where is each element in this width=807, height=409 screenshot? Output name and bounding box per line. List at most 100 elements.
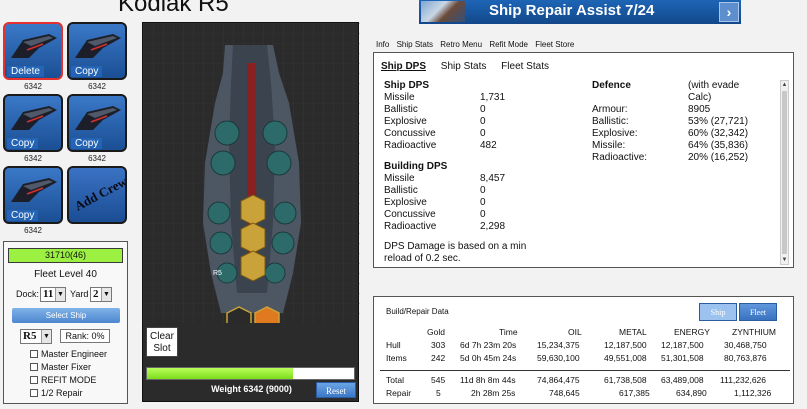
column-header: METAL bbox=[619, 327, 647, 337]
menu-item-retro-menu[interactable]: Retro Menu bbox=[440, 40, 482, 49]
ship-thumbnail-icon bbox=[11, 106, 57, 130]
chevron-right-icon[interactable]: › bbox=[719, 2, 739, 22]
dock-value: 11 bbox=[43, 288, 54, 300]
menu-item-fleet-store[interactable]: Fleet Store bbox=[535, 40, 574, 49]
table-cell: 51,301,508 bbox=[661, 353, 704, 363]
master-fixer-checkbox[interactable]: Master Fixer bbox=[30, 362, 91, 372]
ship-thumbnail-icon bbox=[11, 34, 57, 58]
stat-value: 8905 bbox=[688, 104, 711, 115]
chevron-down-icon: ▼ bbox=[101, 288, 111, 301]
ship-slot-number: 6342 bbox=[88, 154, 106, 163]
half-repair-checkbox[interactable]: 1/2 Repair bbox=[30, 388, 83, 398]
defence-note: Calc) bbox=[688, 92, 712, 103]
stats-scrollbar[interactable]: ▲ ▼ bbox=[780, 80, 789, 265]
ship-slot-4[interactable]: Copy bbox=[67, 94, 127, 152]
copy-ship-button[interactable]: Copy bbox=[7, 138, 39, 149]
ship-thumbnail-icon bbox=[75, 106, 121, 130]
checkbox-icon[interactable] bbox=[30, 363, 38, 371]
stats-panel: Ship DPS Ship Stats Fleet Stats Ship DPS… bbox=[373, 52, 794, 268]
copy-ship-button[interactable]: Copy bbox=[7, 210, 39, 221]
table-cell: 30,468,750 bbox=[724, 340, 767, 350]
stat-label: Concussive bbox=[384, 209, 436, 220]
select-ship-button[interactable]: Select Ship bbox=[12, 308, 120, 323]
checkbox-icon[interactable] bbox=[30, 376, 38, 384]
dock-select[interactable]: 11 ▼ bbox=[40, 287, 66, 302]
stat-value: 0 bbox=[480, 209, 486, 220]
table-cell: 545 bbox=[431, 375, 446, 385]
reset-button[interactable]: Reset bbox=[316, 382, 356, 398]
ship-slot-number: 6342 bbox=[24, 82, 42, 91]
table-cell: 12,187,500 bbox=[604, 340, 647, 350]
stat-value: 0 bbox=[480, 197, 486, 208]
tab-ship-dps[interactable]: Ship DPS bbox=[381, 61, 426, 72]
scroll-thumb[interactable] bbox=[782, 91, 787, 254]
ship-slot-1[interactable]: Delete bbox=[3, 22, 63, 80]
table-cell: 111,232,626 bbox=[720, 375, 767, 385]
refit-mode-checkbox[interactable]: REFIT MODE bbox=[30, 375, 96, 385]
checkbox-label: 1/2 Repair bbox=[41, 388, 83, 398]
ad-thumbnail bbox=[421, 1, 465, 22]
dock-label: Dock: bbox=[16, 289, 40, 299]
slot-marker: R5 bbox=[213, 270, 222, 277]
delete-ship-button[interactable]: Delete bbox=[7, 66, 44, 77]
stat-value: 0 bbox=[480, 128, 486, 139]
page-title: Kodiak R5 bbox=[118, 0, 229, 17]
clear-slot-button[interactable]: Clear Slot bbox=[146, 327, 178, 357]
stat-value: 53% (27,721) bbox=[688, 116, 749, 127]
yard-select[interactable]: 2 ▼ bbox=[90, 287, 112, 302]
table-cell: 1,112,326 bbox=[734, 388, 772, 398]
ship-schematic: R5 bbox=[143, 23, 360, 323]
ship-slot-number: 6342 bbox=[24, 154, 42, 163]
tab-fleet-stats[interactable]: Fleet Stats bbox=[501, 61, 549, 72]
ship-layout-view[interactable]: R5 Clear Slot Weight 6342 (9000) Reset bbox=[142, 22, 360, 402]
table-cell: 11d 8h 8m 44s bbox=[460, 375, 516, 385]
table-cell: 242 bbox=[431, 353, 446, 363]
column-header: OIL bbox=[568, 327, 582, 337]
build-repair-table: Gold Time OIL METAL ENERGY ZYNTHIUM Hull… bbox=[374, 327, 795, 401]
table-separator bbox=[374, 366, 795, 375]
yard-label: Yard bbox=[70, 289, 89, 299]
ship-slot-number: 6342 bbox=[88, 82, 106, 91]
stat-value: 1,731 bbox=[480, 92, 506, 103]
stat-value: 482 bbox=[480, 140, 497, 151]
ship-thumbnail-icon bbox=[75, 34, 121, 58]
stat-label: Ballistic bbox=[384, 104, 418, 115]
ad-banner-text: Ship Repair Assist 7/24 bbox=[489, 2, 655, 19]
stat-value: 8,457 bbox=[480, 173, 506, 184]
table-cell: 303 bbox=[431, 340, 446, 350]
menu-item-info[interactable]: Info bbox=[376, 40, 389, 49]
rarity-select[interactable]: R5 ▼ bbox=[20, 329, 52, 344]
rarity-value: R5 bbox=[23, 330, 37, 342]
scroll-down-icon[interactable]: ▼ bbox=[781, 256, 788, 264]
checkbox-icon[interactable] bbox=[30, 350, 38, 358]
ship-toggle-button[interactable]: Ship bbox=[699, 303, 737, 321]
build-repair-panel: Build/Repair Data Ship Fleet Gold Time O… bbox=[373, 296, 794, 404]
table-cell: 74,864,475 bbox=[537, 375, 580, 385]
fleet-toggle-button[interactable]: Fleet bbox=[739, 303, 777, 321]
column-header: Time bbox=[499, 327, 518, 337]
weight-progress-fill bbox=[147, 368, 293, 379]
master-engineer-checkbox[interactable]: Master Engineer bbox=[30, 349, 107, 359]
stat-label: Radioactive bbox=[384, 140, 437, 151]
menu-item-refit-mode[interactable]: Refit Mode bbox=[489, 40, 528, 49]
dps-note: DPS Damage is based on a min bbox=[384, 241, 527, 252]
table-cell: 15,234,375 bbox=[537, 340, 580, 350]
scroll-up-icon[interactable]: ▲ bbox=[781, 81, 788, 89]
ad-banner[interactable]: Ship Repair Assist 7/24 › bbox=[419, 0, 741, 24]
table-cell: 49,551,008 bbox=[604, 353, 647, 363]
checkbox-icon[interactable] bbox=[30, 389, 38, 397]
column-header: ENERGY bbox=[674, 327, 710, 337]
add-crew-button[interactable]: Add Crew bbox=[67, 166, 127, 224]
copy-ship-button[interactable]: Copy bbox=[71, 138, 103, 149]
top-menu: Info Ship Stats Retro Menu Refit Mode Fl… bbox=[376, 40, 579, 49]
copy-ship-button[interactable]: Copy bbox=[71, 66, 103, 77]
ship-slot-3[interactable]: Copy bbox=[3, 94, 63, 152]
tab-ship-stats[interactable]: Ship Stats bbox=[441, 61, 487, 72]
ship-slot-2[interactable]: Copy bbox=[67, 22, 127, 80]
defence-note: (with evade bbox=[688, 80, 740, 91]
table-cell: 634,890 bbox=[676, 388, 707, 398]
table-cell: 748,645 bbox=[549, 388, 580, 398]
menu-item-ship-stats[interactable]: Ship Stats bbox=[397, 40, 433, 49]
ship-thumbnail-icon bbox=[11, 178, 57, 202]
ship-slot-5[interactable]: Copy bbox=[3, 166, 63, 224]
